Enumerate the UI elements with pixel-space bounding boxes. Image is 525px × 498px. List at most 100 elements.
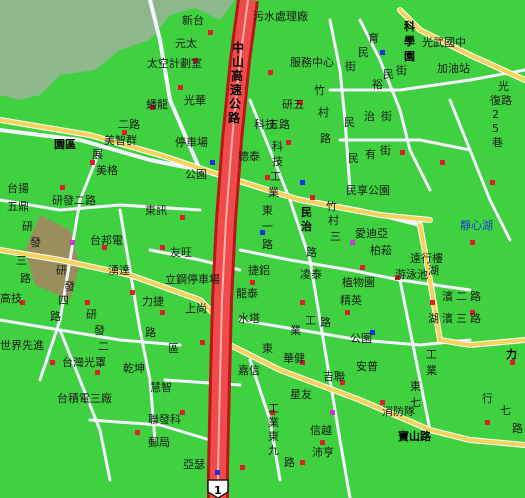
place-label: 展	[92, 148, 103, 161]
road-label: 村	[328, 213, 339, 227]
road-label: 民	[383, 68, 394, 81]
place-label: 五路	[268, 118, 290, 131]
place-label: 園區	[54, 138, 76, 151]
place-label: 安普	[356, 359, 378, 373]
highway-char: 速	[230, 82, 242, 97]
road-label: 街	[345, 59, 356, 73]
road-label: 路	[470, 312, 481, 325]
road-label: 七	[500, 404, 511, 417]
place-label: 光華	[184, 93, 206, 107]
road-label: 科	[272, 139, 283, 153]
place-label: 光武國中	[422, 35, 466, 49]
road-label: 工	[270, 170, 281, 183]
place-label: 園	[404, 50, 415, 63]
place-label: 靜心湖	[460, 218, 493, 232]
place-label: 乾坤	[123, 361, 145, 375]
road-label: 業	[268, 186, 279, 199]
place-label: 德泰	[238, 149, 260, 163]
road-label: 工	[305, 314, 316, 327]
road-label: 2	[492, 108, 499, 121]
place-label: 光	[498, 79, 509, 93]
road-label: 三	[16, 254, 27, 267]
road-label: 技	[272, 155, 283, 168]
place-label: 台邦電	[90, 233, 123, 247]
road-label: 二	[456, 290, 467, 303]
road-label: 研	[56, 264, 67, 277]
place-label: 元太	[175, 37, 197, 50]
road-label: 工	[268, 402, 279, 415]
road-label: 東	[268, 430, 279, 443]
place-label: 五鼎	[7, 200, 29, 213]
place-label: 加油站	[437, 61, 470, 75]
road-label: 治	[364, 109, 375, 123]
road-label: 路	[320, 132, 331, 145]
road-label: 濱	[442, 311, 453, 325]
road-label: 東	[262, 342, 273, 355]
road-label: 路	[306, 246, 317, 259]
place-label: 蟠龍	[146, 97, 168, 111]
highway-char: 高	[231, 68, 243, 83]
road-label: 東	[410, 380, 421, 393]
road-label: 行	[482, 392, 493, 405]
highway-char: 路	[228, 110, 241, 125]
road-label: 街	[396, 63, 407, 77]
road-label: 發	[64, 279, 75, 293]
road-label: 路	[20, 272, 31, 285]
place-label: 友旺	[170, 245, 192, 259]
place-label: 亞瑟	[183, 458, 205, 471]
place-label: 凌泰	[300, 267, 322, 281]
road-label: 發	[30, 235, 41, 249]
road-label: 民	[301, 206, 312, 219]
road-label: 路	[470, 290, 481, 303]
road-label: 路	[512, 422, 523, 435]
place-label: 郵局	[148, 436, 170, 449]
road-label: 三	[456, 312, 467, 325]
place-label: 星友	[290, 387, 312, 401]
place-label: 遠行樓	[410, 251, 443, 265]
road-label: 路	[50, 310, 61, 323]
place-label: 科	[404, 19, 415, 33]
place-label: 美格	[96, 163, 118, 177]
place-label: 愛迪亞	[355, 227, 388, 240]
place-label: 信越	[310, 423, 332, 437]
place-label: 美智群	[104, 133, 137, 147]
city-map[interactable]: 中 山 高 速 公 路 1 新台 污水處理廠 科 學 園 光武國中 元太 太空計…	[0, 0, 525, 498]
place-label: 華健	[283, 352, 305, 365]
road-label: 一	[262, 220, 273, 233]
place-label: 東訊	[145, 203, 167, 217]
place-label: 台積電三廠	[57, 391, 112, 405]
place-label: 高技	[0, 291, 22, 305]
place-label: 公園	[350, 332, 372, 345]
road-label: 區	[168, 342, 179, 355]
road-label: 業	[290, 324, 301, 337]
place-label: 污水處理廠	[253, 9, 308, 23]
place-label: 上尚	[185, 301, 207, 315]
road-label: 5	[492, 122, 499, 135]
place-label: 二路	[118, 118, 140, 131]
place-label: 世界先進	[0, 339, 44, 352]
road-label: 民	[348, 152, 359, 165]
road-label: 街	[381, 109, 392, 123]
place-label: 停車場	[175, 135, 208, 149]
road-label: 研	[86, 308, 97, 321]
road-label: 東	[262, 204, 273, 217]
place-label: 民享公園	[346, 183, 390, 197]
road-label: 發	[94, 323, 105, 337]
road-label: 業	[268, 416, 279, 429]
place-label: 慧智	[150, 380, 172, 394]
place-label: 精英	[340, 293, 362, 307]
place-label: 台揚	[7, 181, 29, 195]
road-label: 三	[330, 230, 341, 243]
place-label: 游泳池	[395, 267, 428, 281]
road-label: 路	[262, 238, 273, 251]
road-label: 民	[344, 116, 355, 129]
road-label: 二	[98, 340, 109, 353]
road-label: 四	[58, 294, 69, 307]
place-label: 新台	[182, 13, 204, 27]
road-label: 七	[410, 396, 421, 409]
place-label: 植物園	[342, 275, 375, 289]
road-label: 民	[358, 46, 369, 59]
place-label: 公園	[185, 168, 207, 181]
road-label: 育	[368, 31, 379, 45]
road-label: 九	[268, 444, 279, 457]
